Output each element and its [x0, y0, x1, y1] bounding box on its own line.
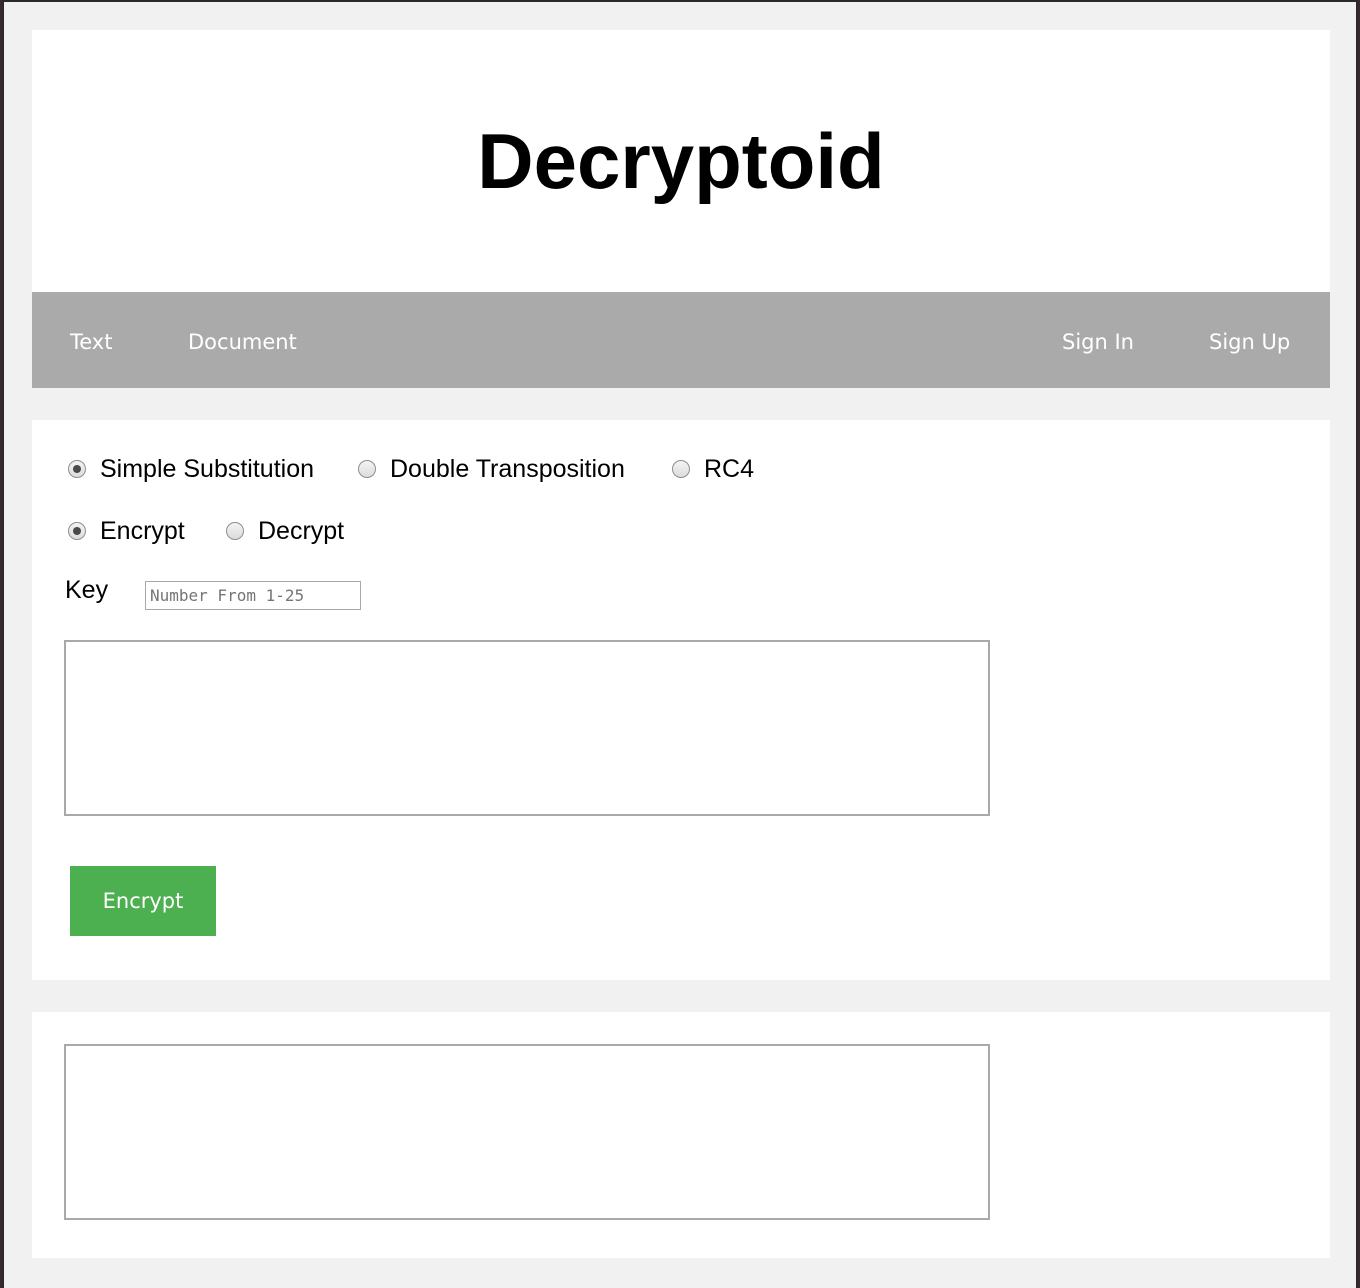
output-card [32, 1012, 1330, 1258]
key-input[interactable] [145, 581, 361, 610]
encrypt-button[interactable]: Encrypt [70, 866, 216, 936]
radio-label: Encrypt [100, 517, 185, 545]
radio-label: Decrypt [258, 517, 345, 545]
radio-button-checked[interactable] [68, 460, 86, 478]
key-label: Key [65, 576, 109, 604]
radio-label: Double Transposition [390, 455, 625, 483]
encrypt-form-card: Simple Substitution Double Transposition… [32, 420, 1330, 980]
nav-sign-up-link[interactable]: Sign Up [1209, 292, 1290, 388]
input-text-area[interactable] [64, 640, 990, 816]
nav-text-link[interactable]: Text [70, 292, 112, 388]
radio-button[interactable] [358, 460, 376, 478]
radio-button-checked[interactable] [68, 522, 86, 540]
page-title: Decryptoid [477, 116, 885, 205]
radio-label: RC4 [704, 455, 755, 483]
radio-button[interactable] [226, 522, 244, 540]
radio-label: Simple Substitution [100, 455, 315, 483]
radio-button[interactable] [672, 460, 690, 478]
nav-sign-in-link[interactable]: Sign In [1062, 292, 1134, 388]
nav-document-link[interactable]: Document [188, 292, 297, 388]
output-text-area[interactable] [64, 1044, 990, 1220]
browser-window: Decryptoid Text Document Sign In Sign Up… [2, 0, 1358, 1288]
page-header: Decryptoid [32, 30, 1330, 294]
top-navigation: Text Document Sign In Sign Up [32, 292, 1330, 388]
